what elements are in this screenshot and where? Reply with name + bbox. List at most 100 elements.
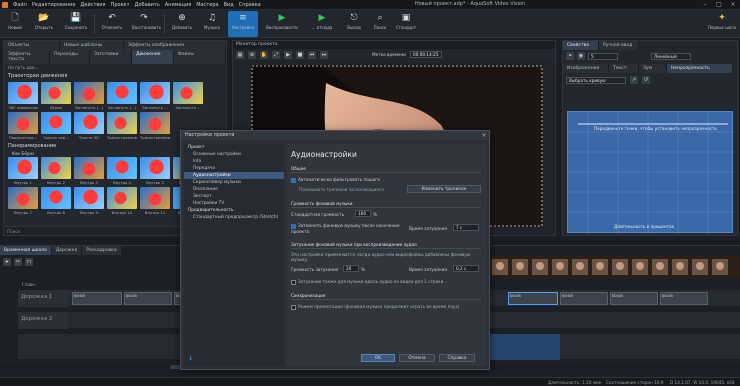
menu-edit[interactable]: Редактирование (32, 2, 76, 8)
close-icon[interactable]: × (726, 0, 740, 10)
duck-video-checkbox-row[interactable]: Затухание также для музыки вдоль аудио и… (291, 279, 443, 285)
effect-thumbnail[interactable]: Трясостроение (107, 112, 137, 140)
presentation-mode-checkbox-row[interactable]: Режим презентации (фоновая музыка продол… (291, 304, 459, 310)
effect-thumbnail[interactable]: Подпрыгнув... (8, 112, 38, 140)
fade-out-checkbox-row[interactable]: Затемнить фоновую музыку после окончания… (291, 223, 401, 234)
exit-button[interactable]: ⎋ Выход (342, 11, 366, 37)
play-from-here-button[interactable]: ▶... отсюда (308, 11, 336, 37)
toolbox-search-input[interactable]: Поиск (7, 229, 20, 234)
tab-text-effects[interactable]: Эффекты текста (4, 50, 50, 64)
tab-new-templates[interactable]: Новые шаблоны (60, 41, 124, 50)
menu-actions[interactable]: Действия (80, 2, 105, 8)
effect-thumbnail[interactable]: Внутрь 10 (107, 187, 137, 215)
tree-item[interactable]: Опознание (184, 186, 284, 193)
play-button[interactable]: ▶ Воспроизвести (266, 11, 298, 37)
tree-item-selected[interactable]: Аудионастройки (184, 172, 284, 179)
selection-range[interactable] (490, 334, 560, 360)
timeline-clip[interactable]: 00:05 (72, 292, 122, 305)
section-motion-paths[interactable]: Траектории движения (4, 71, 226, 81)
effect-thumbnail[interactable]: Заглянуть ... (173, 82, 203, 110)
menu-project[interactable]: Проект (111, 2, 130, 8)
hand-icon[interactable]: ✋ (260, 50, 268, 59)
eye-icon[interactable]: ◉ (577, 52, 585, 60)
tab-motion[interactable]: Движение (132, 50, 174, 64)
ok-button[interactable]: OK (361, 354, 395, 362)
tab-track[interactable]: Дорожка (51, 246, 83, 255)
timeline-clip[interactable]: 00:05 (560, 292, 608, 305)
tab-objects[interactable]: Объекты (4, 41, 60, 50)
effect-thumbnail[interactable]: Тряска чер... (41, 112, 71, 140)
effect-thumbnail[interactable]: Внутрь 8 (41, 187, 71, 215)
timeline-clip[interactable]: 00:05 (124, 292, 172, 305)
volume-input[interactable]: 100 (355, 210, 371, 217)
open-button[interactable]: 📂 Открыть (32, 11, 56, 37)
menu-animation[interactable]: Анимация (165, 2, 191, 8)
menu-add[interactable]: Добавить (135, 2, 160, 8)
mode-field[interactable]: Линейный (651, 52, 691, 60)
zoom-icon[interactable]: ⊕ (248, 50, 256, 59)
effect-thumbnail[interactable]: 360 поворотов (8, 82, 38, 110)
tab-storyboard[interactable]: Раскадровка (82, 246, 122, 255)
play-icon[interactable]: ▶ (284, 50, 292, 59)
tab-opacity[interactable]: Непрозрачность (667, 64, 733, 73)
timeline-clip[interactable]: 00:05 (508, 292, 558, 305)
tree-item[interactable]: Передача (184, 165, 284, 172)
tree-item[interactable]: Основные настройки (184, 151, 284, 158)
effect-thumbnail[interactable]: Внутрь 7 (8, 187, 38, 215)
new-button[interactable]: 🗋 Новый (3, 11, 27, 37)
opacity-curve-editor[interactable]: Передвиньте точки, чтобы установить непр… (567, 111, 734, 234)
curve-select[interactable]: Выбрать кривую (566, 76, 626, 84)
curve-reset-icon[interactable]: ↺ (642, 76, 650, 84)
grid-icon[interactable]: ▦ (236, 50, 244, 59)
redo-button[interactable]: ↷ Восстановить (132, 11, 161, 37)
settings-button[interactable]: ≡ Настройки (228, 11, 258, 37)
music-button[interactable]: ♫ Музыка (200, 11, 224, 37)
change-tracks-button[interactable]: Изменить тропинок (407, 185, 481, 193)
tree-item[interactable]: Стандартный предпросмотр (Stretch) (184, 214, 284, 221)
tree-item[interactable]: Настройки TV (184, 200, 284, 207)
tab-presets[interactable]: Заготовки (90, 50, 132, 64)
auto-filter-checkbox[interactable] (291, 177, 296, 183)
cursor-icon[interactable]: ➤ (3, 258, 11, 266)
fade-time-input[interactable]: 7 с (453, 224, 479, 231)
next-icon[interactable]: ⏭ (320, 50, 328, 59)
duck-fade-input[interactable]: 0,2 с (453, 265, 479, 272)
duck-video-checkbox[interactable] (291, 279, 296, 285)
tree-item[interactable]: Предварительность (184, 207, 284, 214)
effect-thumbnail[interactable]: Внутрь 5 (140, 157, 170, 185)
curve-tool-icon[interactable]: ↗ (630, 76, 638, 84)
value-field[interactable]: 5 (588, 52, 618, 60)
effect-thumbnail[interactable]: Внутрь 3 (74, 157, 104, 185)
timeline-clip[interactable]: 00:05 (660, 292, 708, 305)
effect-thumbnail[interactable]: Внутрь 9 (74, 187, 104, 215)
tree-item[interactable]: Скринсейвер музыки (184, 179, 284, 186)
tree-item[interactable]: Экспорт (184, 193, 284, 200)
effect-thumbnail[interactable]: Внутрь 2 (41, 157, 71, 185)
effect-thumbnail[interactable]: Заглянуть ... (140, 82, 170, 110)
effect-thumbnail[interactable]: Заглянуть (...) (74, 82, 104, 110)
effect-thumbnail[interactable]: Заглянуть (...) (107, 82, 137, 110)
undo-button[interactable]: ↶ Отменить (100, 11, 124, 37)
effect-thumbnail[interactable]: Внутрь 1 (8, 157, 38, 185)
menu-file[interactable]: Файл (13, 2, 27, 8)
tab-image-effects[interactable]: Эффекты изображения (124, 41, 226, 50)
tab-properties[interactable]: Свойства (563, 41, 599, 50)
cancel-button[interactable]: Отмена (399, 354, 435, 362)
help-button[interactable]: Справка (439, 354, 475, 362)
magnet-icon[interactable]: ⊓ (25, 258, 33, 266)
maximize-icon[interactable]: □ (712, 0, 726, 10)
auto-filter-checkbox-row[interactable]: Автоматически фильтровать пошаге (291, 177, 380, 183)
film-strip[interactable] (490, 256, 740, 278)
timeline-clip[interactable]: 00:05 (610, 292, 658, 305)
tab-text[interactable]: Текст (609, 64, 639, 73)
menu-view[interactable]: Вид (224, 2, 234, 8)
arrow-down-icon[interactable]: ↓ (188, 355, 193, 362)
duck-volume-input[interactable]: 20 (343, 265, 359, 272)
effect-thumbnail[interactable]: Внутрь 11 (140, 187, 170, 215)
tree-item[interactable]: Проект (184, 144, 284, 151)
tab-manual-input[interactable]: Ручной ввод (599, 41, 639, 50)
tree-item[interactable]: Info (184, 158, 284, 165)
tab-timeline[interactable]: Временная шкала (0, 246, 52, 255)
dialog-close-icon[interactable]: × (477, 131, 491, 140)
timestamp-field[interactable]: 00:00:14:25 (409, 51, 442, 58)
